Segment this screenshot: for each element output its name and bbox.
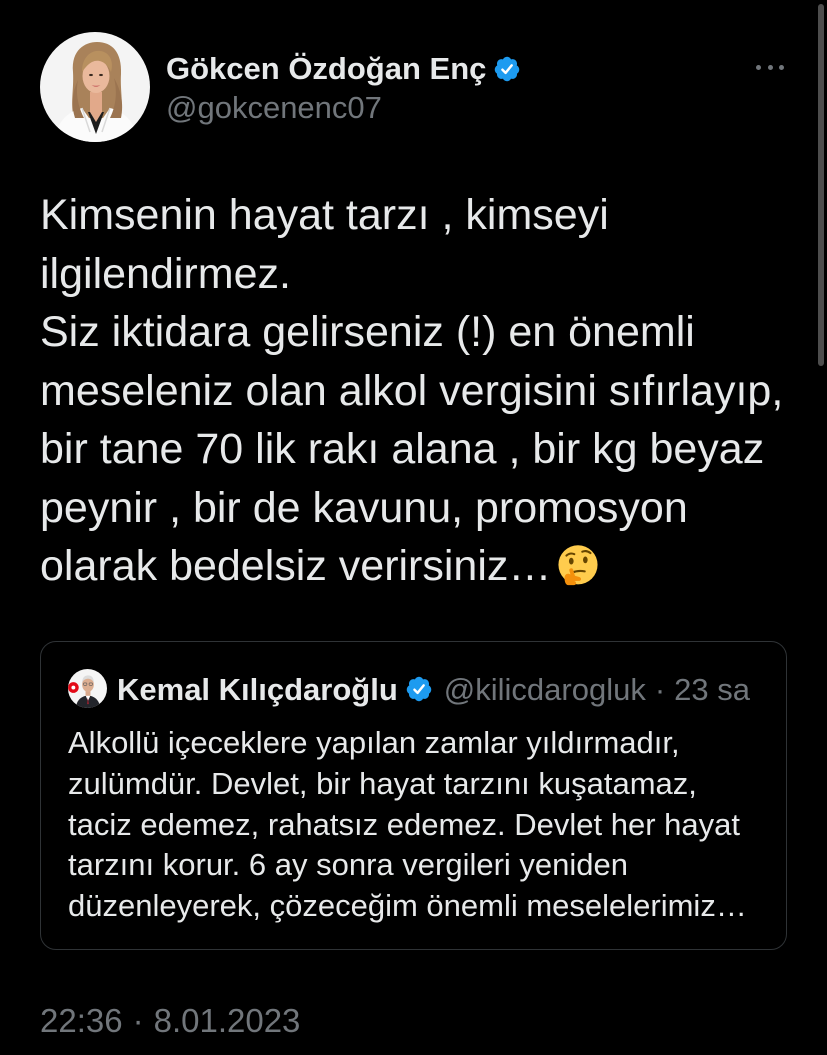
tweet-text-line: olarak bedelsiz verirsiniz… bbox=[40, 537, 783, 596]
thinking-face-emoji-icon bbox=[558, 545, 598, 586]
tweet-text-line: Siz iktidara gelirseniz (!) en önemli bbox=[40, 308, 695, 356]
verified-badge-icon bbox=[493, 55, 521, 83]
quoted-author-handle: @kilicdarogluk bbox=[443, 671, 646, 707]
quoted-text-line: düzenleyerek, çözeceğim önemli meseleler… bbox=[68, 888, 747, 923]
tweet-text: Kimsenin hayat tarzı , kimseyi ilgilendi… bbox=[40, 186, 783, 596]
quoted-author-name: Kemal Kılıçdaroğlu bbox=[117, 671, 398, 707]
quoted-text-line: zulümdür. Devlet, bir hayat tarzını kuşa… bbox=[68, 765, 697, 801]
tweet-text-line: Kimsenin hayat tarzı , kimseyi bbox=[40, 191, 609, 239]
more-options-button[interactable] bbox=[752, 55, 788, 79]
author-handle[interactable]: @gokcenenc07 bbox=[166, 92, 382, 123]
quoted-text-line: tarzını korur. 6 ay sonra vergileri yeni… bbox=[68, 847, 628, 883]
tweet-text-line: peynir , bir de kavunu, promosyon bbox=[40, 483, 688, 532]
author-avatar-image bbox=[40, 32, 150, 142]
tweet-text-line: bir tane 70 lik rakı alana , bir kg beya… bbox=[40, 425, 765, 473]
quoted-author-avatar bbox=[68, 669, 107, 708]
quoted-tweet-card[interactable]: Kemal Kılıçdaroğlu @kilicdarogluk · 23 s… bbox=[40, 641, 787, 950]
scrollbar-thumb[interactable] bbox=[818, 4, 824, 366]
more-dot bbox=[756, 64, 761, 70]
quoted-author-avatar-image bbox=[68, 669, 107, 708]
quoted-text-line: Alkollü içeceklere yapılan zamlar yıldır… bbox=[68, 725, 680, 760]
tweet-text-line: ilgilendirmez. bbox=[40, 249, 291, 298]
author-name[interactable]: Gökcen Özdoğan Enç bbox=[166, 53, 486, 84]
more-dot bbox=[779, 64, 784, 70]
quoted-tweet-text: Alkollü içeceklere yapılan zamlar yıldır… bbox=[68, 723, 747, 927]
timestamp-separator: · bbox=[132, 1002, 144, 1039]
meta-separator: · bbox=[654, 671, 666, 707]
more-dot bbox=[767, 64, 773, 70]
verified-badge-icon bbox=[405, 675, 433, 703]
tweet-time: 22:36 bbox=[40, 1002, 123, 1039]
tweet-text-line-text: olarak bedelsiz verirsiniz… bbox=[40, 542, 552, 590]
author-avatar[interactable] bbox=[40, 32, 150, 142]
tweet-date: 8.01.2023 bbox=[153, 1002, 301, 1039]
quoted-author-row: Kemal Kılıçdaroğlu @kilicdarogluk · 23 s… bbox=[117, 674, 750, 705]
tweet-timestamp[interactable]: 22:36 · 8.01.2023 bbox=[40, 1004, 300, 1037]
tweet-text-line: meseleniz olan alkol vergisini sıfırlayı… bbox=[40, 366, 784, 415]
quoted-text-line: taciz edemez, rahatsız edemez. Devlet he… bbox=[68, 806, 740, 842]
author-name-row: Gökcen Özdoğan Enç bbox=[166, 53, 521, 84]
more-horizontal-icon bbox=[756, 64, 784, 70]
tweet-detail-view: Gökcen Özdoğan Enç @gokcenenc07 Kimsenin… bbox=[0, 0, 827, 1055]
quoted-tweet-age: 23 sa bbox=[674, 671, 751, 707]
